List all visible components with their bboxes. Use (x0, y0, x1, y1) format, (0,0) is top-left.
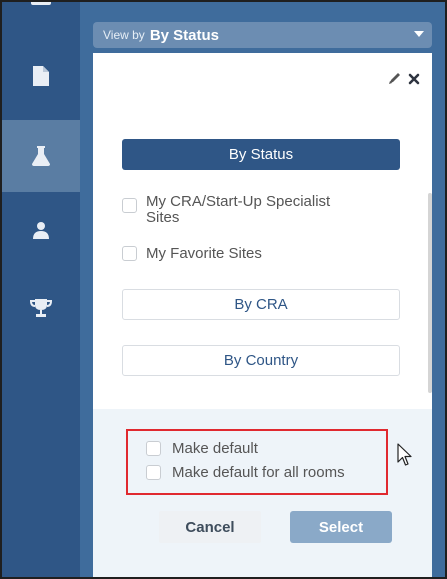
view-by-label: View by (103, 28, 145, 42)
trophy-icon (30, 299, 52, 317)
sidebar-item-documents[interactable] (2, 40, 80, 112)
highlight-box (126, 429, 388, 495)
my-cra-sites-label-line2: Sites (146, 209, 180, 226)
app-frame: View by By Status By Status My CRA/Start… (0, 0, 447, 579)
my-favorite-sites-option[interactable]: My Favorite Sites (122, 246, 262, 262)
close-icon[interactable] (408, 72, 420, 90)
make-default-all-option[interactable]: Make default for all rooms (146, 464, 345, 481)
chevron-down-icon (414, 31, 424, 37)
my-favorite-sites-checkbox[interactable] (122, 246, 137, 261)
by-country-button[interactable]: By Country (122, 345, 400, 376)
cancel-button[interactable]: Cancel (159, 511, 261, 543)
person-icon (33, 221, 49, 239)
panel-tools (388, 71, 420, 90)
document-icon (33, 66, 49, 86)
my-cra-sites-label: My CRA/Start-Up Specialist Sites (146, 194, 330, 226)
sidebar-item-people[interactable] (2, 194, 80, 266)
make-default-checkbox[interactable] (146, 441, 161, 456)
sidebar-item-awards[interactable] (2, 272, 80, 344)
panel-options-area: By Status My CRA/Start-Up Specialist Sit… (93, 53, 432, 409)
make-default-all-label: Make default for all rooms (172, 464, 345, 481)
select-button[interactable]: Select (290, 511, 392, 543)
make-default-label: Make default (172, 440, 258, 457)
my-cra-sites-label-line1: My CRA/Start-Up Specialist (146, 193, 331, 210)
my-cra-sites-option[interactable]: My CRA/Start-Up Specialist Sites (122, 194, 330, 226)
my-favorite-sites-label: My Favorite Sites (146, 245, 262, 262)
sidebar-item-lab[interactable] (2, 120, 80, 192)
by-status-button[interactable]: By Status (122, 139, 400, 170)
panel-scrollbar[interactable] (428, 193, 432, 393)
make-default-option[interactable]: Make default (146, 440, 258, 457)
view-by-value: By Status (149, 26, 219, 44)
users-icon (30, 2, 52, 6)
sidebar (2, 2, 80, 577)
my-cra-sites-checkbox[interactable] (122, 198, 137, 213)
make-default-all-checkbox[interactable] (146, 465, 161, 480)
pencil-icon[interactable] (388, 71, 402, 90)
by-cra-button[interactable]: By CRA (122, 289, 400, 320)
view-by-panel: By Status My CRA/Start-Up Specialist Sit… (93, 53, 432, 577)
view-by-dropdown[interactable]: View by By Status (93, 22, 432, 48)
sidebar-item-users[interactable] (2, 2, 80, 34)
flask-icon (32, 146, 50, 166)
mouse-cursor-icon (397, 443, 413, 472)
